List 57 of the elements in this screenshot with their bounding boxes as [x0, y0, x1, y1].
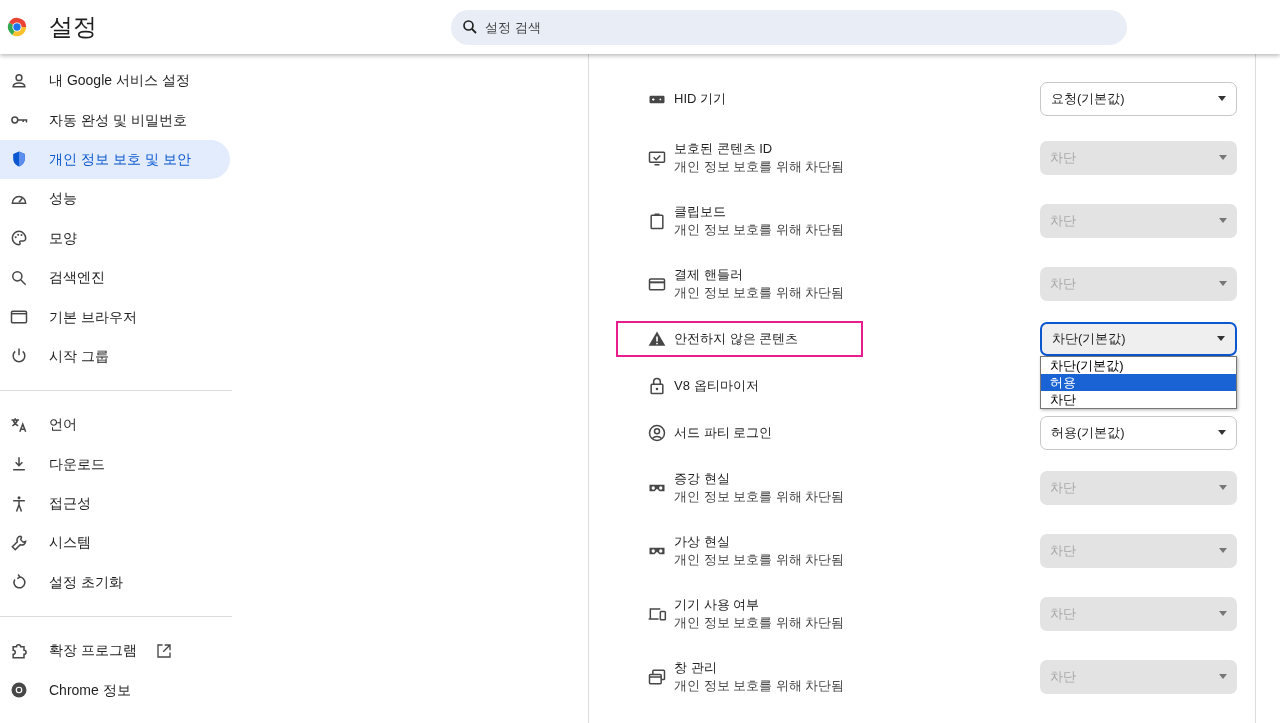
dropdown-arrow-icon: [1219, 218, 1227, 223]
dropdown-arrow-icon: [1219, 281, 1227, 286]
wrench-icon: [9, 533, 29, 553]
permission-title: V8 옵티마이저: [674, 376, 759, 395]
dropdown-arrow-icon: [1218, 430, 1226, 435]
permission-title: 창 관리: [674, 658, 718, 677]
permission-title: HID 기기: [674, 89, 726, 108]
dropdown-arrow-icon: [1219, 155, 1227, 160]
permission-description: 개인 정보 보호를 위해 차단됨: [674, 676, 845, 695]
dropdown-option[interactable]: 허용: [1041, 374, 1236, 391]
permission-description: 개인 정보 보호를 위해 차단됨: [674, 283, 845, 302]
sidebar-item[interactable]: 시작 그룹: [0, 336, 230, 377]
sidebar-item[interactable]: 확장 프로그램: [0, 631, 230, 671]
sidebar-item[interactable]: 개인 정보 보호 및 보안: [0, 139, 230, 180]
permission-description: 개인 정보 보호를 위해 차단됨: [674, 487, 845, 506]
dropdown-arrow-icon: [1219, 611, 1227, 616]
sidebar-item[interactable]: 모양: [0, 218, 230, 258]
dropdown-arrow-icon: [1217, 336, 1225, 341]
dropdown-arrow-icon: [1219, 548, 1227, 553]
permission-title: 증강 현실: [674, 469, 731, 488]
permission-title: 기기 사용 여부: [674, 595, 761, 614]
search-icon: [461, 18, 479, 36]
sidebar-item[interactable]: 성능: [0, 179, 230, 219]
permission-title: 안전하지 않은 콘텐츠: [674, 329, 799, 348]
external-link-icon[interactable]: [154, 641, 173, 660]
page-title: 설정: [49, 12, 97, 42]
sidebar-item[interactable]: 언어: [0, 405, 230, 445]
dropdown-option[interactable]: 차단: [1041, 391, 1236, 408]
sidebar-item[interactable]: 자동 완성 및 비밀번호: [0, 100, 230, 140]
dropdown-arrow-icon: [1219, 485, 1227, 490]
sidebar-item[interactable]: 기본 브라우저: [0, 297, 230, 337]
chrome-logo-icon: [6, 16, 28, 38]
permission-description: 개인 정보 보호를 위해 차단됨: [674, 157, 845, 176]
permission-description: 개인 정보 보호를 위해 차단됨: [674, 613, 845, 632]
sidebar-item[interactable]: 내 Google 서비스 설정: [0, 61, 230, 101]
permission-title: 결제 핸들러: [674, 265, 744, 284]
sidebar-item[interactable]: 설정 초기화: [0, 562, 230, 603]
permission-title: 서드 파티 로그인: [674, 423, 773, 442]
dropdown-select[interactable]: 요청(기본값): [1040, 81, 1237, 116]
sidebar-item[interactable]: Chrome 정보: [0, 670, 230, 710]
dropdown-select[interactable]: 차단(기본값): [1040, 321, 1237, 356]
dropdown-arrow-icon: [1218, 96, 1226, 101]
sidebar-item[interactable]: 검색엔진: [0, 257, 230, 298]
sidebar-item[interactable]: 다운로드: [0, 444, 230, 484]
dropdown-arrow-icon: [1219, 674, 1227, 679]
permission-description: 개인 정보 보호를 위해 차단됨: [674, 550, 845, 569]
sidebar-item[interactable]: 접근성: [0, 483, 230, 524]
permission-title: 가상 현실: [674, 532, 731, 551]
search-field[interactable]: 설정 검색: [451, 9, 1127, 45]
permission-title: 클립보드: [674, 202, 727, 221]
permission-description: 개인 정보 보호를 위해 차단됨: [674, 220, 845, 239]
dropdown-option[interactable]: 차단(기본값): [1041, 357, 1236, 374]
account-circle-icon: [647, 422, 667, 443]
permission-title: 보호된 콘텐츠 ID: [674, 139, 774, 158]
sidebar-item[interactable]: 시스템: [0, 523, 230, 563]
dropdown-select[interactable]: 허용(기본값): [1040, 415, 1237, 450]
lock-icon: [647, 375, 667, 396]
